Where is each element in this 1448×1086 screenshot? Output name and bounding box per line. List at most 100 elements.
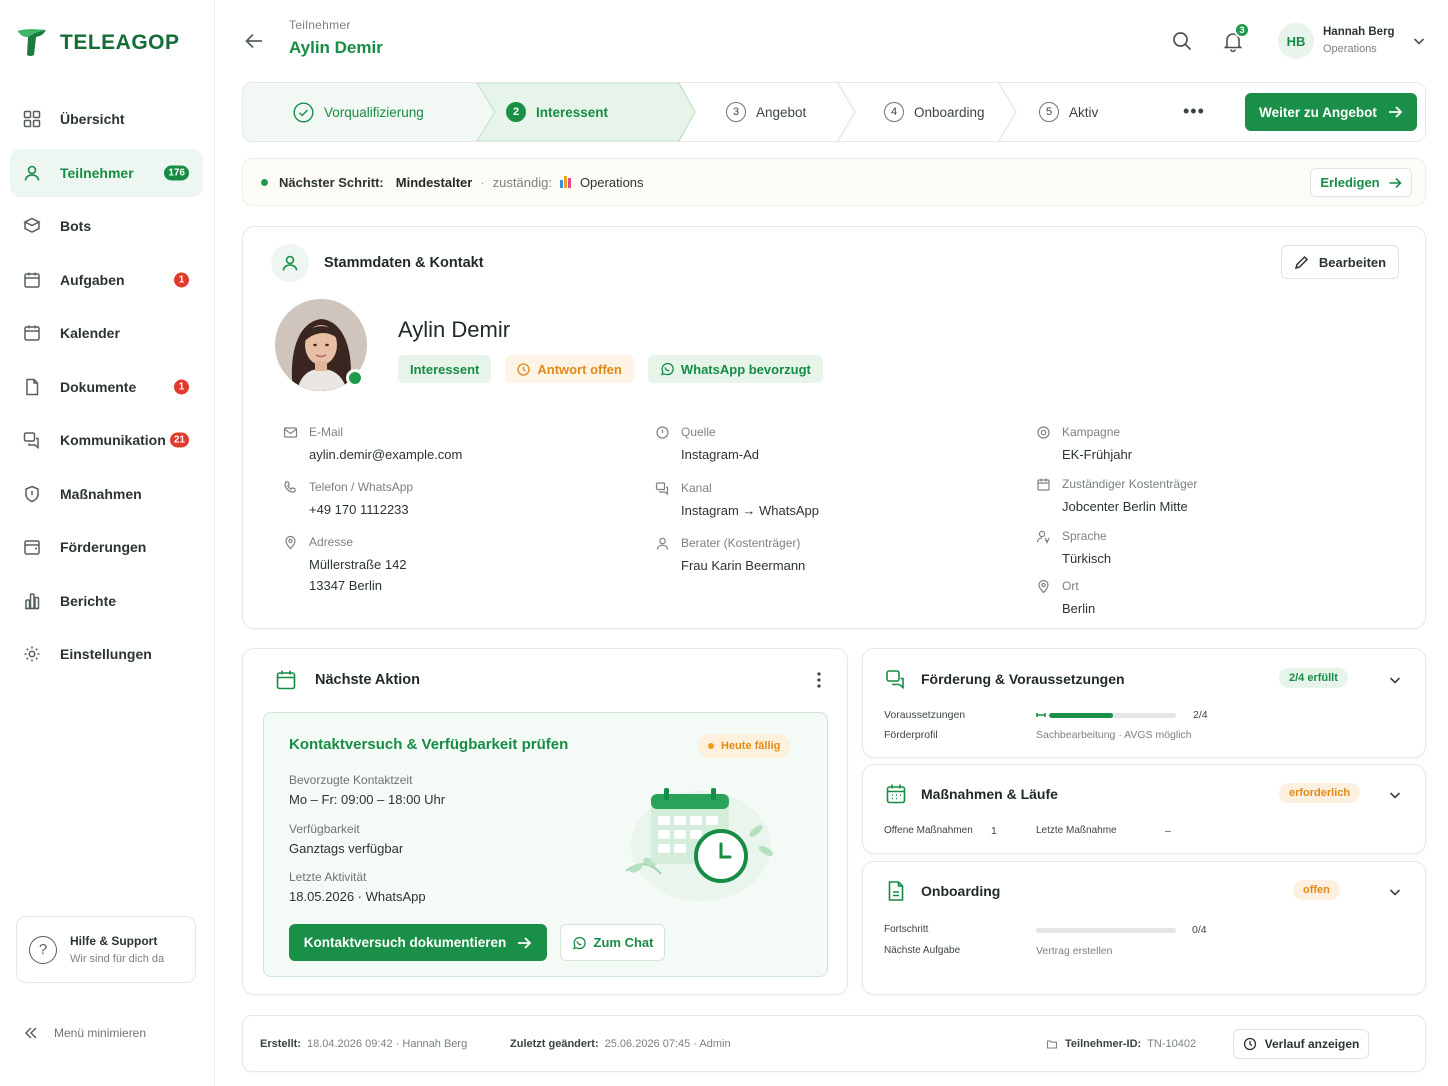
chevron-down-icon[interactable] bbox=[1388, 885, 1402, 899]
field-value: Türkisch bbox=[1062, 551, 1112, 566]
next-step-bar: Nächster Schritt: Mindestalter · zuständ… bbox=[242, 158, 1426, 206]
sidebar-item-foerderungen[interactable]: Förderungen bbox=[10, 523, 203, 571]
user-icon bbox=[656, 537, 669, 550]
sidebar-item-kalender[interactable]: Kalender bbox=[10, 309, 203, 357]
sidebar-item-kommunikation[interactable]: Kommunikation 21 bbox=[10, 416, 203, 464]
complete-button[interactable]: Erledigen bbox=[1310, 168, 1412, 197]
field-value[interactable]: aylin.demir@example.com bbox=[309, 444, 462, 465]
breadcrumb[interactable]: Teilnehmer bbox=[289, 18, 351, 32]
onboarding-progress bbox=[1036, 928, 1176, 933]
field-value: Instagram → WhatsApp bbox=[681, 503, 819, 518]
avatar[interactable]: HB bbox=[1278, 23, 1314, 59]
field-label: Zuständiger Kostenträger bbox=[1062, 477, 1198, 491]
step-interessent[interactable]: 2 Interessent bbox=[506, 83, 608, 141]
sidebar-item-berichte[interactable]: Berichte bbox=[10, 577, 203, 625]
shield-icon bbox=[25, 485, 39, 502]
due-dot bbox=[708, 743, 714, 749]
edit-button[interactable]: Bearbeiten bbox=[1281, 245, 1399, 279]
next-stage-button[interactable]: Weiter zu Angebot bbox=[1245, 93, 1417, 131]
arrow-right-icon bbox=[518, 936, 532, 949]
sidebar-item-label: Einstellungen bbox=[60, 646, 152, 662]
sidebar-item-dokumente[interactable]: Dokumente 1 bbox=[10, 363, 203, 411]
open-measures-label: Offene Maßnahmen bbox=[884, 825, 973, 836]
open-chat-button[interactable]: Zum Chat bbox=[560, 924, 665, 961]
phone-icon bbox=[284, 481, 296, 493]
requirements-label: Voraussetzungen bbox=[884, 709, 966, 721]
sidebar-item-label: Aufgaben bbox=[60, 271, 125, 288]
step-vorqualifizierung[interactable]: Vorqualifizierung bbox=[293, 83, 424, 141]
modified-label: Zuletzt geändert: bbox=[510, 1038, 599, 1050]
availability-value: Ganztags verfügbar bbox=[289, 841, 404, 856]
participant-id: Teilnehmer-ID: TN-10402 bbox=[1046, 1038, 1196, 1050]
section-title: Stammdaten & Kontakt bbox=[324, 255, 484, 271]
task-title: Kontaktversuch & Verfügbarkeit prüfen bbox=[289, 736, 569, 753]
master-data-card: Stammdaten & Kontakt Bearbeiten Aylin De… bbox=[242, 226, 1426, 629]
sidebar-item-einstellungen[interactable]: Einstellungen bbox=[10, 630, 203, 678]
user-icon bbox=[271, 244, 309, 282]
sidebar-item-uebersicht[interactable]: Übersicht bbox=[10, 95, 203, 143]
user-role: Operations bbox=[1323, 43, 1377, 55]
sidebar-item-label: Kommunikation bbox=[60, 432, 166, 448]
contact-time-value: Mo – Fr: 09:00 – 18:00 Uhr bbox=[289, 792, 446, 807]
field-value: Instagram-Ad bbox=[681, 447, 760, 462]
whatsapp-icon bbox=[660, 362, 674, 376]
tag-label: Antwort offen bbox=[537, 361, 622, 377]
count-badge: 1 bbox=[174, 379, 189, 394]
panel-title: Onboarding bbox=[921, 883, 1001, 899]
status-tags: Interessent Antwort offen WhatsApp bevor… bbox=[398, 355, 823, 383]
help-support-card[interactable]: ? Hilfe & Support Wir sind für dich da bbox=[16, 916, 196, 983]
step-angebot[interactable]: 3 Angebot bbox=[726, 83, 806, 141]
arrow-right-icon bbox=[1388, 106, 1403, 118]
sidebar-item-teilnehmer[interactable]: Teilnehmer 176 bbox=[10, 148, 203, 197]
sidebar-item-bots[interactable]: Bots bbox=[10, 202, 203, 250]
sidebar-nav: Übersicht Teilnehmer 176 Bots Aufgaben 1… bbox=[10, 95, 203, 684]
sidebar-item-aufgaben[interactable]: Aufgaben 1 bbox=[10, 256, 203, 304]
step-label: Vorqualifizierung bbox=[324, 104, 424, 120]
field-value: EK-Frühjahr bbox=[1062, 447, 1133, 462]
brand-logo[interactable]: TELEAGOP bbox=[16, 28, 180, 58]
more-vertical-icon[interactable] bbox=[816, 671, 822, 689]
requirements-value: 2/4 bbox=[1193, 709, 1208, 721]
show-history-button[interactable]: Verlauf anzeigen bbox=[1233, 1029, 1369, 1059]
sidebar-item-label: Teilnehmer bbox=[60, 164, 134, 181]
created-info: Erstellt: 18.04.2026 09:42 · Hannah Berg bbox=[260, 1038, 467, 1050]
funding-panel[interactable]: Förderung & Voraussetzungen 2/4 erfüllt … bbox=[862, 648, 1426, 758]
chat-icon bbox=[886, 670, 904, 690]
step-onboarding[interactable]: 4 Onboarding bbox=[884, 83, 985, 141]
field-label: E-Mail bbox=[309, 425, 344, 439]
field-value[interactable]: +49 170 1112233 bbox=[309, 499, 409, 520]
minimize-label: Menü minimieren bbox=[54, 1026, 147, 1040]
user-name[interactable]: Hannah Berg bbox=[1323, 26, 1395, 38]
calendar-icon bbox=[24, 272, 40, 288]
arrow-left-icon[interactable] bbox=[243, 30, 265, 52]
double-chevron-left-icon bbox=[24, 1027, 37, 1039]
step-aktiv[interactable]: 5 Aktiv bbox=[1039, 83, 1098, 141]
measures-panel[interactable]: Maßnahmen & Läufe erforderlich Offene Ma… bbox=[862, 764, 1426, 854]
last-activity-value: 18.05.2026 · WhatsApp bbox=[289, 889, 426, 904]
document-icon bbox=[26, 378, 39, 395]
open-measures-value: 1 bbox=[991, 825, 997, 837]
panel-title: Maßnahmen & Läufe bbox=[921, 786, 1058, 802]
button-label: Zum Chat bbox=[593, 935, 654, 950]
chevron-down-icon[interactable] bbox=[1388, 788, 1402, 802]
onboarding-panel[interactable]: Onboarding offen Fortschritt 0/4 Nächste… bbox=[862, 861, 1426, 995]
panel-title: Förderung & Voraussetzungen bbox=[921, 671, 1125, 687]
search-icon[interactable] bbox=[1171, 30, 1193, 52]
due-badge: Heute fällig bbox=[698, 734, 791, 758]
sidebar-item-massnahmen[interactable]: Maßnahmen bbox=[10, 470, 203, 518]
next-stage-label: Weiter zu Angebot bbox=[1259, 104, 1377, 120]
more-options-button[interactable]: ••• bbox=[1183, 101, 1205, 122]
location-icon bbox=[656, 426, 669, 439]
chevron-down-icon[interactable] bbox=[1412, 34, 1426, 48]
step-number: 3 bbox=[726, 102, 746, 122]
minimize-menu-button[interactable]: Menü minimieren bbox=[24, 1026, 146, 1040]
building-icon bbox=[1037, 478, 1050, 491]
sidebar-item-label: Übersicht bbox=[60, 111, 125, 127]
progress-fill bbox=[1049, 713, 1113, 718]
field-label: Kampagne bbox=[1062, 425, 1121, 439]
modified-info: Zuletzt geändert: 25.06.2026 07:45 · Admi… bbox=[510, 1038, 731, 1050]
chevron-down-icon[interactable] bbox=[1388, 673, 1402, 687]
contact-time-label: Bevorzugte Kontaktzeit bbox=[289, 773, 413, 787]
document-contact-button[interactable]: Kontaktversuch dokumentieren bbox=[289, 924, 547, 961]
arrow-right-icon bbox=[1389, 177, 1402, 188]
